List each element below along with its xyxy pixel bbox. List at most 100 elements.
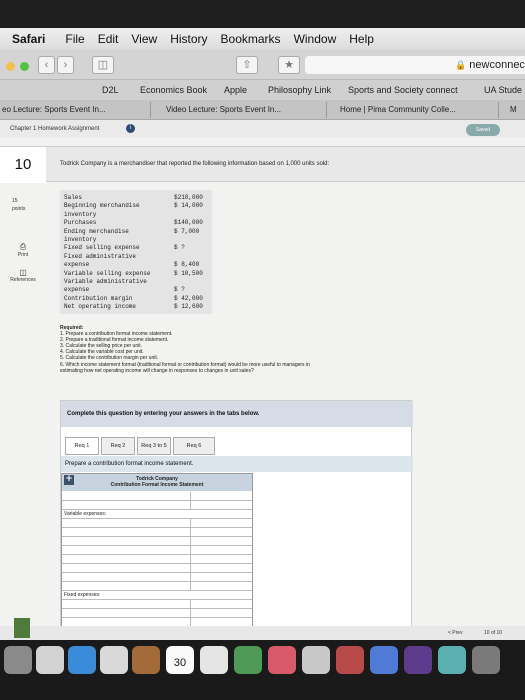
points-value: 15 [12,198,18,204]
statement-input-row[interactable] [62,519,252,528]
info-icon[interactable]: i [126,124,135,133]
dock-itunes-icon[interactable] [404,646,432,674]
back-button[interactable]: ‹ [38,56,55,74]
data-row-value: $ ? [174,244,185,252]
menu-bookmarks[interactable]: Bookmarks [221,32,281,46]
dock-safari-icon[interactable] [100,646,128,674]
dock-photos-icon[interactable] [4,646,32,674]
address-text: newconnect. [469,59,525,71]
statement-input-row[interactable] [62,555,252,564]
bookmark-sports-society[interactable]: Sports and Society connect [348,85,458,95]
bookmark-ua-stude[interactable]: UA Stude [484,85,522,95]
assignment-header: Chapter 1 Homework Assignment i Saved [0,120,525,138]
dock-app-icon[interactable] [36,646,64,674]
statement-input-row[interactable] [62,546,252,555]
dock-numbers-icon[interactable] [438,646,466,674]
menu-app-safari[interactable]: Safari [12,32,45,46]
statement-input-row[interactable] [62,582,252,591]
column-divider [190,519,191,528]
statement-input-row[interactable] [62,564,252,573]
bookmark-philosophy-link[interactable]: Philosophy Link [268,85,331,95]
dock-photo-booth-icon[interactable] [302,646,330,674]
tab-divider [498,102,499,118]
data-row: expense $ 8,400 [60,261,212,269]
dock-app-store-icon[interactable] [370,646,398,674]
tab-bar: eo Lecture: Sports Event In... Video Lec… [0,100,525,120]
statement-input-row[interactable] [62,501,252,510]
star-icon: ★ [284,59,294,71]
dock-maps-icon[interactable] [234,646,262,674]
statement-input-row[interactable] [62,492,252,501]
sidebar-toggle-button[interactable]: ◫ [92,56,114,74]
references-label: References [10,277,36,283]
lock-icon: 🔒 [455,60,467,70]
data-row: Net operating income $ 12,600 [60,303,212,311]
bookmark-economics-book[interactable]: Economics Book [140,85,207,95]
minimize-window-button[interactable] [6,62,15,71]
menu-help[interactable]: Help [349,32,374,46]
menu-history[interactable]: History [170,32,207,46]
references-button[interactable]: ◫ References [0,268,46,283]
app-logo [14,618,30,638]
dock-finder-icon[interactable] [68,646,96,674]
tab-m[interactable]: M [510,105,517,114]
print-button[interactable]: ⎙ Print [0,242,46,258]
question-text: Todrick Company is a merchandiser that r… [60,161,330,167]
tab-req-3-to-5[interactable]: Req 3 to 5 [137,437,171,455]
statement-input-row[interactable] [62,609,252,618]
plus-icon[interactable]: + [64,475,74,485]
statement-input-row[interactable] [62,528,252,537]
statement-input-row[interactable] [62,537,252,546]
required-item: estimating how net operating income will… [60,367,254,374]
share-button[interactable]: ⇧ [236,56,258,74]
dock-app-icon[interactable] [336,646,364,674]
column-divider [190,528,191,537]
statement-title: Contribution Format Income Statement [110,482,204,488]
company-data-table: Sales $210,000 Beginning merchandise $ 14,0… [60,190,212,314]
zoom-window-button[interactable] [20,62,29,71]
menu-window[interactable]: Window [294,32,337,46]
menu-file[interactable]: File [65,32,84,46]
prev-button[interactable]: < Prev [448,630,463,636]
data-row-label: expense [64,261,90,269]
tab-sports-lecture-2[interactable]: Video Lecture: Sports Event In... [166,105,281,114]
tab-req-1[interactable]: Req 1 [65,437,99,455]
required-section: Required: 1. Prepare a contribution form… [60,325,470,374]
data-row-value: $210,000 [174,194,203,201]
data-row-value: $140,000 [174,219,203,227]
data-row-label: Net operating income [64,303,137,311]
menu-edit[interactable]: Edit [98,32,119,46]
menu-view[interactable]: View [131,32,157,46]
address-bar[interactable]: 🔒 newconnect. [305,56,525,74]
column-divider [190,501,191,510]
data-row-label: Sales [64,194,83,201]
dock-notes-icon[interactable] [200,646,228,674]
data-row-label: Fixed administrative [64,252,137,260]
data-row: Variable administrative [60,278,212,286]
dock-music-icon[interactable] [268,646,296,674]
variable-expenses-label-row: Variable expenses: [62,510,252,519]
calendar-day: 30 [173,657,187,669]
data-row-label: Variable selling expense [64,269,151,277]
bookmark-star-button[interactable]: ★ [278,56,300,74]
safari-menubar: Safari File Edit View History Bookmarks … [0,28,525,50]
dock-calendar-icon[interactable]: 30 [166,646,194,674]
dock-settings-icon[interactable] [472,646,500,674]
statement-input-row[interactable] [62,573,252,582]
data-row-value: $ 42,000 [174,294,203,302]
tab-req-6[interactable]: Req 6 [173,437,215,455]
complete-instruction: Complete this question by entering your … [61,401,413,427]
statement-input-row[interactable] [62,600,252,609]
data-row: Fixed administrative [60,253,212,261]
dock-contacts-icon[interactable] [132,646,160,674]
tab-pima-home[interactable]: Home | Pima Community Colle... [340,105,456,114]
bookmark-d2l[interactable]: D2L [102,85,119,95]
tab-req-2[interactable]: Req 2 [101,437,135,455]
data-row-label: inventory [64,210,97,218]
bookmark-apple[interactable]: Apple [224,85,247,95]
data-row: Contribution margin $ 42,000 [60,295,212,303]
data-row-label: Variable administrative [64,278,147,285]
tab-sports-lecture-1[interactable]: eo Lecture: Sports Event In... [2,105,106,114]
forward-button[interactable]: › [57,56,74,74]
assignment-title: Chapter 1 Homework Assignment [10,126,100,132]
